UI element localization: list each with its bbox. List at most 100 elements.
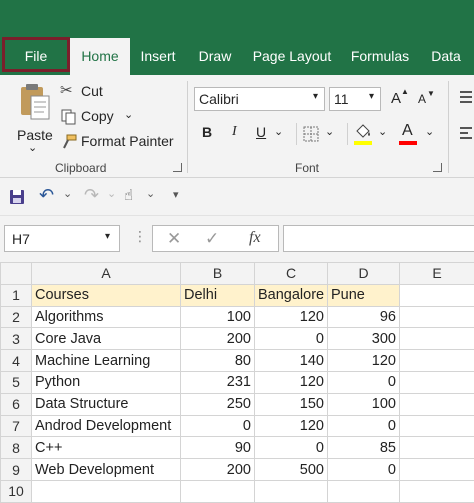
- borders-button[interactable]: ⌄: [303, 123, 343, 145]
- row-header[interactable]: 6: [0, 392, 32, 416]
- align-left-icon[interactable]: [460, 127, 472, 141]
- font-launcher-icon[interactable]: [433, 163, 442, 172]
- column-header-a[interactable]: A: [31, 262, 181, 285]
- cell[interactable]: 85: [327, 436, 400, 460]
- italic-button[interactable]: I: [227, 123, 245, 143]
- undo-dropdown-icon[interactable]: ⌄: [63, 187, 72, 200]
- paste-button[interactable]: Paste ⌄: [10, 81, 58, 159]
- copy-button[interactable]: Copy ⌄: [60, 106, 140, 128]
- redo-dropdown-icon[interactable]: ⌄: [107, 187, 116, 200]
- tab-insert[interactable]: Insert: [134, 38, 182, 75]
- tab-data[interactable]: Data: [425, 38, 467, 75]
- cell[interactable]: 90: [180, 436, 255, 460]
- cancel-icon[interactable]: ✕: [167, 229, 181, 249]
- row-header[interactable]: 7: [0, 414, 32, 438]
- tab-file[interactable]: File: [2, 37, 70, 72]
- bold-button[interactable]: B: [199, 123, 217, 143]
- row-header[interactable]: 8: [0, 436, 32, 460]
- cell[interactable]: [180, 479, 255, 503]
- grow-font-button[interactable]: A ▲: [391, 87, 409, 109]
- copy-dropdown-icon[interactable]: ⌄: [124, 108, 133, 121]
- cell[interactable]: [399, 283, 474, 307]
- cell[interactable]: 0: [254, 327, 328, 351]
- cell[interactable]: Data Structure: [31, 392, 181, 416]
- cell[interactable]: [399, 392, 474, 416]
- align-top-icon[interactable]: [460, 91, 472, 105]
- cell[interactable]: Delhi: [180, 283, 255, 307]
- select-all-corner[interactable]: [0, 262, 32, 285]
- customize-qat-icon[interactable]: ▾: [173, 188, 179, 201]
- cell[interactable]: [399, 458, 474, 481]
- cell[interactable]: 0: [327, 414, 400, 438]
- format-painter-button[interactable]: Format Painter: [60, 131, 175, 153]
- cell[interactable]: 0: [327, 458, 400, 481]
- touch-dropdown-icon[interactable]: ⌄: [146, 187, 155, 200]
- cell[interactable]: 200: [180, 327, 255, 351]
- paste-dropdown-icon[interactable]: ⌄: [28, 141, 37, 154]
- row-header[interactable]: 9: [0, 458, 32, 481]
- column-header-d[interactable]: D: [327, 262, 400, 285]
- cell[interactable]: 80: [180, 349, 255, 372]
- cell[interactable]: 0: [254, 436, 328, 460]
- cell[interactable]: 100: [327, 392, 400, 416]
- cell[interactable]: 500: [254, 458, 328, 481]
- cell[interactable]: [399, 414, 474, 438]
- cell[interactable]: [399, 370, 474, 394]
- cell[interactable]: 120: [327, 349, 400, 372]
- cell[interactable]: 100: [180, 305, 255, 329]
- tab-home[interactable]: Home: [70, 38, 130, 75]
- tab-page-layout[interactable]: Page Layout: [248, 38, 336, 75]
- cell[interactable]: [399, 305, 474, 329]
- cell[interactable]: [327, 479, 400, 503]
- cell[interactable]: 120: [254, 370, 328, 394]
- cell[interactable]: 120: [254, 414, 328, 438]
- cell[interactable]: Web Development: [31, 458, 181, 481]
- font-name-select[interactable]: Calibri ▾: [194, 87, 325, 111]
- cell[interactable]: 231: [180, 370, 255, 394]
- cell[interactable]: C++: [31, 436, 181, 460]
- shrink-font-button[interactable]: A ▼: [418, 89, 436, 109]
- cell[interactable]: 120: [254, 305, 328, 329]
- clipboard-launcher-icon[interactable]: [173, 163, 182, 172]
- row-header[interactable]: 1: [0, 283, 32, 307]
- cell[interactable]: 200: [180, 458, 255, 481]
- row-header[interactable]: 5: [0, 370, 32, 394]
- cell[interactable]: 0: [180, 414, 255, 438]
- cell[interactable]: [399, 479, 474, 503]
- tab-draw[interactable]: Draw: [192, 38, 238, 75]
- cell[interactable]: [254, 479, 328, 503]
- cell[interactable]: 0: [327, 370, 400, 394]
- name-box[interactable]: H7 ▾: [4, 225, 120, 252]
- cell[interactable]: Courses: [31, 283, 181, 307]
- cell[interactable]: Machine Learning: [31, 349, 181, 372]
- cell[interactable]: 140: [254, 349, 328, 372]
- touch-mode-icon[interactable]: ☝: [124, 186, 133, 204]
- column-header-c[interactable]: C: [254, 262, 328, 285]
- font-size-select[interactable]: 11 ▾: [329, 87, 381, 111]
- row-header[interactable]: 10: [0, 479, 32, 503]
- cell[interactable]: Core Java: [31, 327, 181, 351]
- cut-button[interactable]: ✂ Cut: [60, 81, 120, 103]
- cell[interactable]: Androd Development: [31, 414, 181, 438]
- undo-icon[interactable]: ↶: [39, 185, 54, 206]
- cell[interactable]: [399, 327, 474, 351]
- underline-button[interactable]: U ⌄: [254, 123, 292, 143]
- cell[interactable]: 96: [327, 305, 400, 329]
- row-header[interactable]: 3: [0, 327, 32, 351]
- row-header[interactable]: 4: [0, 349, 32, 372]
- insert-function-icon[interactable]: fx: [249, 229, 261, 247]
- cell[interactable]: Pune: [327, 283, 400, 307]
- redo-icon[interactable]: ↷: [84, 185, 99, 206]
- save-icon[interactable]: [9, 189, 25, 205]
- cell[interactable]: [31, 479, 181, 503]
- font-color-button[interactable]: A ⌄: [399, 121, 439, 147]
- column-header-e[interactable]: E: [399, 262, 474, 285]
- cell[interactable]: 250: [180, 392, 255, 416]
- cell[interactable]: [399, 436, 474, 460]
- formula-bar-grip-icon[interactable]: ⋮: [133, 228, 147, 245]
- formula-input[interactable]: [283, 225, 474, 252]
- fill-color-button[interactable]: ⌄: [354, 121, 394, 147]
- cell[interactable]: Algorithms: [31, 305, 181, 329]
- cell[interactable]: Bangalore: [254, 283, 328, 307]
- column-header-b[interactable]: B: [180, 262, 255, 285]
